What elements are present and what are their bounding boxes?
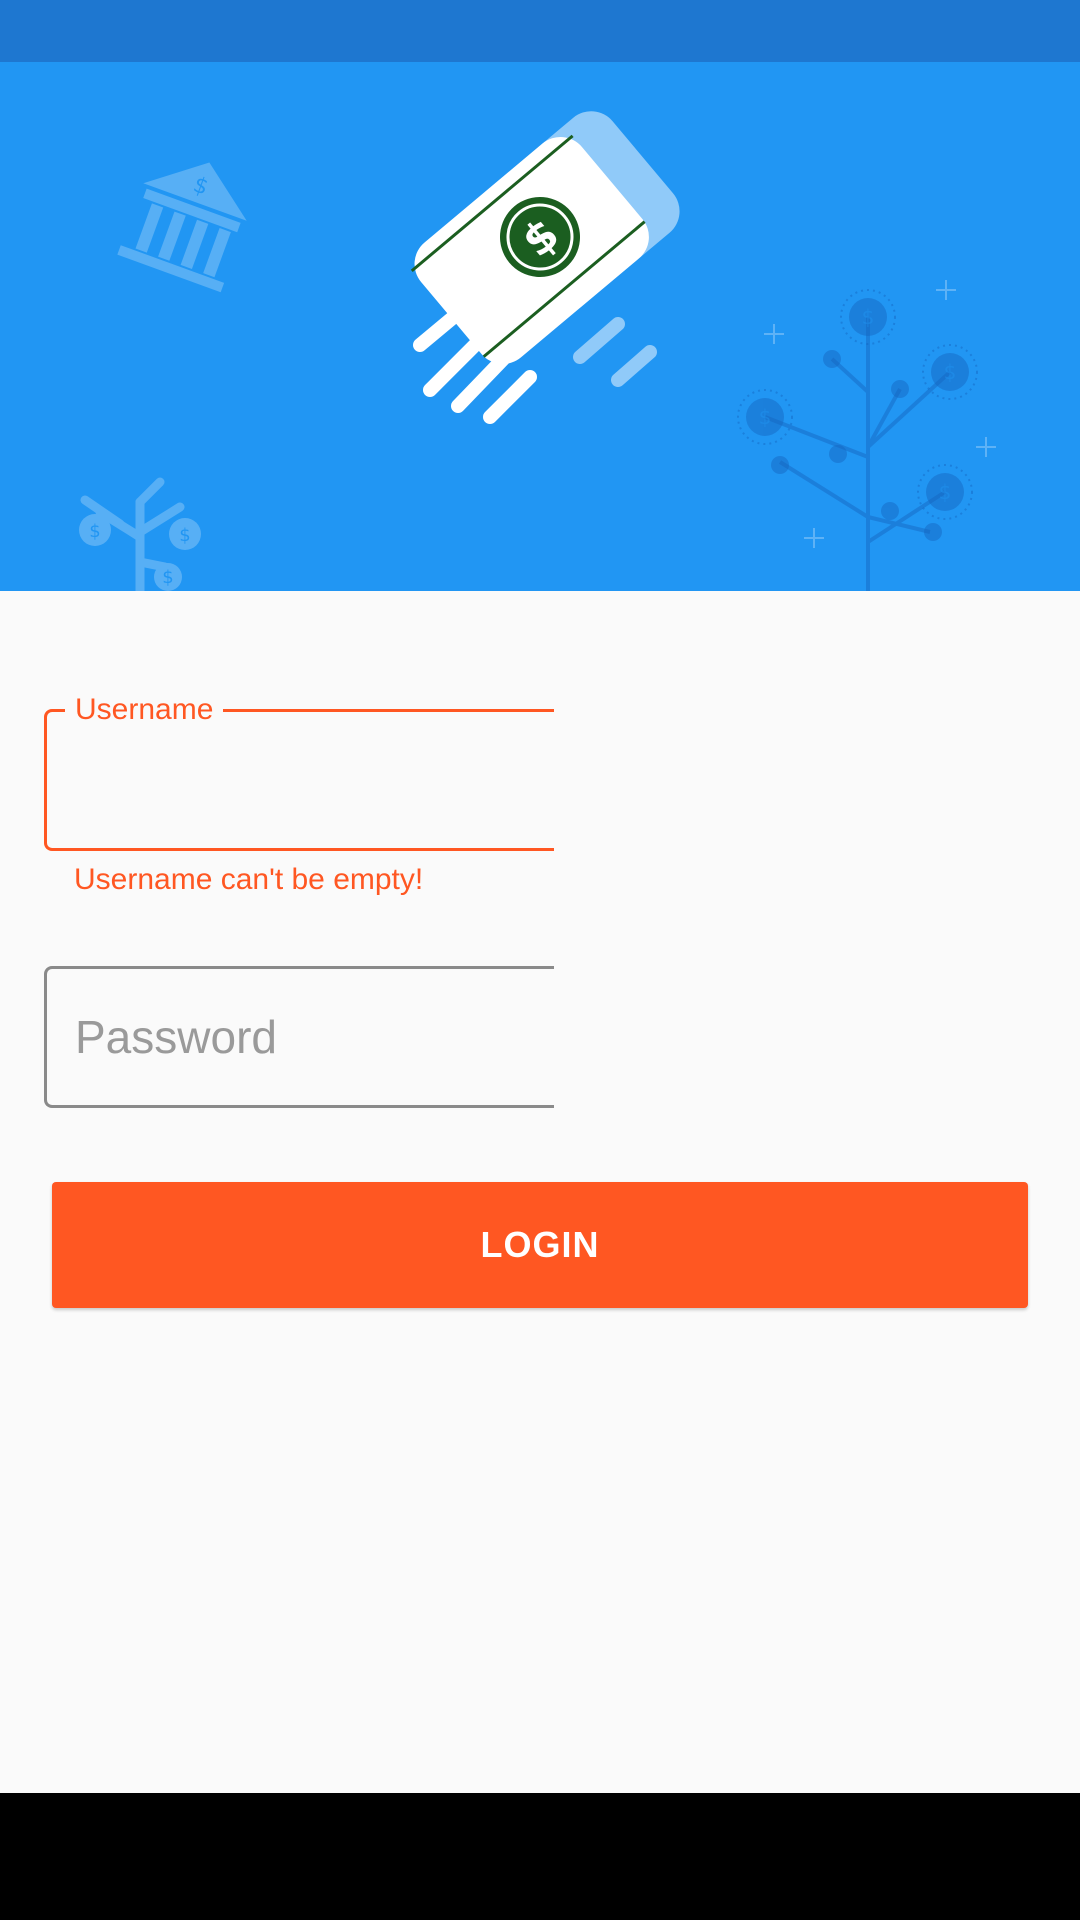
password-field[interactable] bbox=[44, 966, 554, 1108]
svg-text:$: $ bbox=[944, 360, 957, 384]
money-plant-icon: $ $ $ bbox=[79, 477, 201, 591]
svg-text:$: $ bbox=[759, 405, 772, 429]
username-input[interactable] bbox=[47, 712, 554, 848]
svg-text:$: $ bbox=[179, 525, 190, 546]
svg-text:$: $ bbox=[89, 521, 100, 542]
svg-text:$: $ bbox=[939, 480, 952, 504]
bank-icon: $ bbox=[117, 162, 247, 293]
password-input[interactable] bbox=[47, 969, 554, 1105]
svg-text:$: $ bbox=[862, 305, 875, 329]
username-field[interactable]: Username bbox=[44, 690, 554, 851]
login-button[interactable]: LOGIN bbox=[52, 1182, 1028, 1308]
username-error-message: Username can't be empty! bbox=[74, 863, 424, 896]
navigation-bar bbox=[0, 1793, 1080, 1920]
flying-dollar-bill-icon: $ bbox=[410, 111, 680, 424]
header-banner: $ $ $ $ $ $ $ $ $ bbox=[0, 62, 1080, 591]
header-illustration: $ $ $ $ $ $ $ $ $ bbox=[79, 111, 996, 591]
status-bar bbox=[0, 0, 1080, 62]
svg-text:$: $ bbox=[162, 567, 173, 588]
money-tree-icon bbox=[764, 317, 952, 591]
